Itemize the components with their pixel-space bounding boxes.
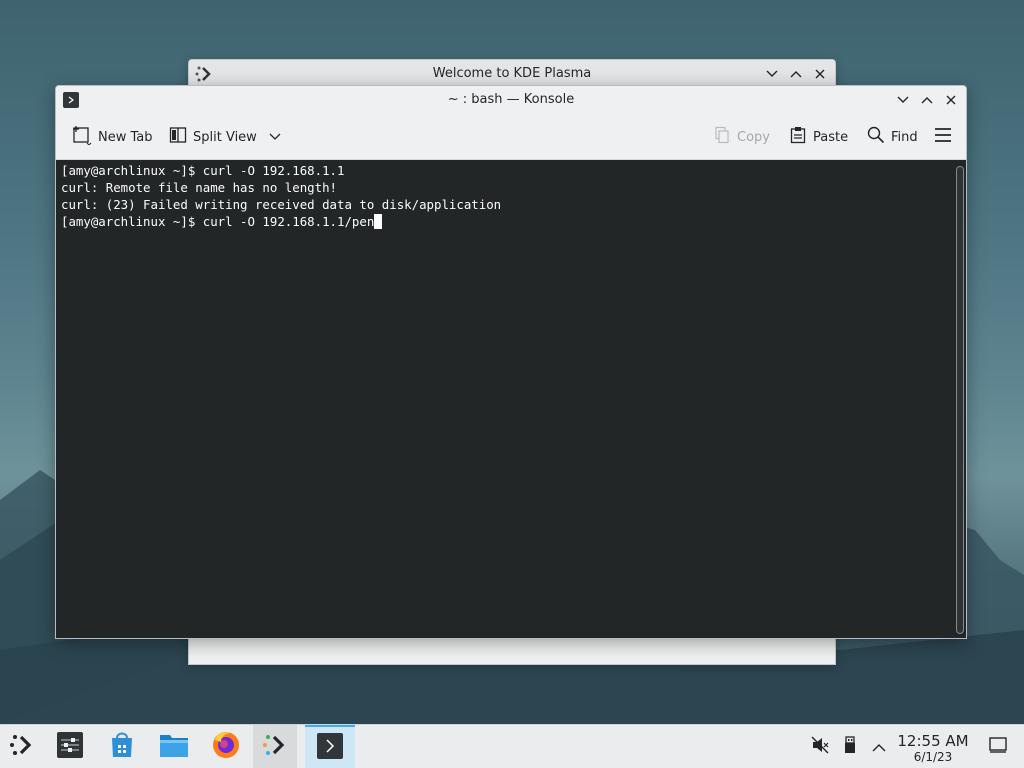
maximize-icon[interactable] [918, 91, 936, 109]
welcome-window-titlebar[interactable]: Welcome to KDE Plasma [189, 60, 835, 87]
taskbar-firefox[interactable] [204, 725, 248, 768]
paste-label: Paste [813, 129, 849, 145]
split-view-icon [169, 126, 187, 148]
split-view-button[interactable]: Split View [169, 126, 281, 148]
konsole-icon [316, 732, 344, 764]
dolphin-files-icon [159, 732, 189, 762]
konsole-window[interactable]: ~ : bash — Konsole New Tab Split View Co… [55, 85, 967, 639]
split-view-label: Split View [193, 129, 257, 145]
clock-time: 12:55 AM [897, 732, 969, 750]
paste-button[interactable]: Paste [789, 126, 848, 148]
taskbar: 12:55 AM 6/1/23 [0, 724, 1024, 768]
konsole-titlebar[interactable]: ~ : bash — Konsole [56, 86, 966, 114]
copy-button[interactable]: Copy [713, 126, 770, 148]
new-tab-icon [72, 125, 92, 149]
system-settings-icon [56, 731, 84, 763]
show-desktop-button[interactable] [988, 737, 1008, 757]
konsole-window-title: ~ : bash — Konsole [447, 92, 575, 107]
terminal-current-command: [amy@archlinux ~]$ curl -O 192.168.1.1/p… [61, 214, 375, 229]
chevron-down-icon[interactable] [269, 130, 281, 145]
terminal-input-line[interactable]: [amy@archlinux ~]$ curl -O 192.168.1.1/p… [61, 213, 966, 230]
welcome-app-icon [262, 732, 288, 762]
new-tab-label: New Tab [98, 129, 153, 145]
hamburger-menu-button[interactable] [934, 126, 952, 148]
digital-clock[interactable]: 12:55 AM 6/1/23 [893, 732, 973, 765]
firefox-icon [211, 730, 241, 764]
terminal-line: curl: (23) Failed writing received data … [61, 197, 502, 212]
terminal-line: curl: Remote file name has no length! [61, 180, 338, 195]
taskbar-discover[interactable] [100, 725, 144, 768]
volume-muted-icon [810, 735, 830, 759]
chevron-up-icon [872, 738, 886, 757]
new-tab-button[interactable]: New Tab [72, 126, 153, 148]
copy-icon [713, 126, 731, 148]
show-desktop-icon [989, 737, 1007, 757]
taskbar-dolphin[interactable] [152, 725, 196, 768]
welcome-window-title: Welcome to KDE Plasma [432, 66, 592, 81]
find-button[interactable]: Find [867, 126, 918, 148]
terminal-line: [amy@archlinux ~]$ curl -O 192.168.1.1 [61, 163, 345, 178]
taskbar-welcome[interactable] [253, 725, 297, 768]
device-notifier-button[interactable] [840, 735, 860, 759]
terminal-scrollbar[interactable] [956, 166, 964, 634]
minimize-icon[interactable] [763, 65, 781, 83]
taskbar-system-settings[interactable] [48, 725, 92, 768]
application-launcher-icon [9, 732, 35, 762]
konsole-toolbar: New Tab Split View Copy Paste Find [56, 114, 966, 160]
volume-button[interactable] [810, 735, 830, 759]
application-launcher-button[interactable] [0, 725, 44, 768]
copy-label: Copy [737, 129, 770, 145]
system-tray-expand-button[interactable] [869, 737, 889, 757]
discover-store-icon [108, 731, 136, 763]
close-icon[interactable] [942, 91, 960, 109]
minimize-icon[interactable] [894, 91, 912, 109]
maximize-icon[interactable] [787, 65, 805, 83]
clock-date: 6/1/23 [913, 750, 953, 764]
usb-device-icon [843, 735, 857, 759]
find-label: Find [891, 129, 918, 145]
terminal-view[interactable]: [amy@archlinux ~]$ curl -O 192.168.1.1 c… [56, 160, 966, 638]
taskbar-konsole[interactable] [305, 725, 355, 768]
hamburger-menu-icon [934, 127, 952, 147]
paste-icon [789, 126, 807, 148]
close-icon[interactable] [811, 65, 829, 83]
search-icon [867, 126, 885, 148]
text-cursor [374, 214, 383, 229]
